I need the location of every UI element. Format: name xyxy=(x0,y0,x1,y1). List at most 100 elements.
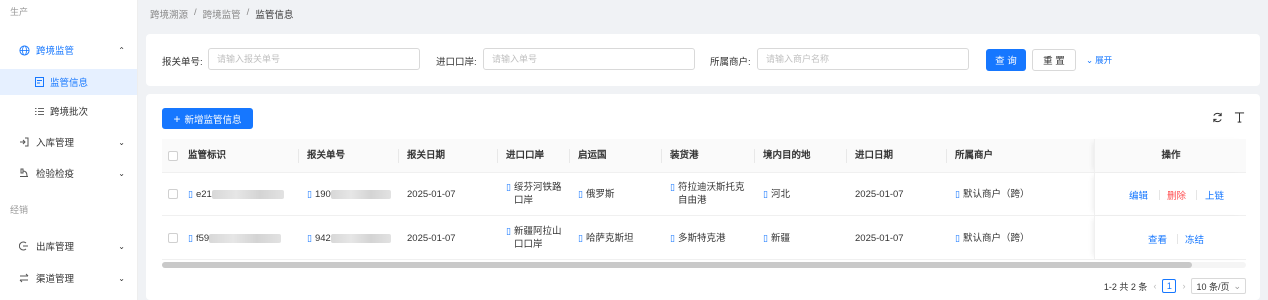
column-height-icon[interactable] xyxy=(1232,110,1246,124)
cell-origin: ▯ 哈萨克斯坦 xyxy=(578,232,633,245)
delete-link[interactable]: 删除 xyxy=(1167,188,1186,202)
col-header: 所属商户 xyxy=(955,150,994,161)
cell-destination-text: 河北 xyxy=(770,189,790,200)
pagination: 1-2 共 2 条 ‹ 1 › 10 条/页 ⌄ xyxy=(1104,278,1246,294)
add-regulation-button[interactable]: + 新增监管信息 xyxy=(162,108,253,129)
list-icon xyxy=(34,107,44,116)
col-divider xyxy=(569,149,570,163)
col-header: 进口日期 xyxy=(855,150,894,161)
cell-origin: ▯ 俄罗斯 xyxy=(578,188,614,201)
col-divider xyxy=(497,149,498,163)
cell-loading-line1: 符拉迪沃斯托克 xyxy=(677,182,745,193)
cell-loading-line2: 自由港 xyxy=(677,195,707,206)
table-row: ▯ f59 ▯ 942 2025-01-07 ▯ 新疆阿拉山 口口岸 ▯ 哈萨克斯… xyxy=(162,216,1246,260)
cell-customs-date: 2025-01-07 xyxy=(407,189,456,200)
masked-text xyxy=(330,234,391,243)
cell-id: ▯ f59 xyxy=(188,232,282,245)
cell-origin-text: 哈萨克斯坦 xyxy=(585,233,634,244)
col-divider xyxy=(398,149,399,163)
chain-link[interactable]: 上链 xyxy=(1205,188,1224,202)
row-checkbox[interactable] xyxy=(168,189,178,199)
sidebar-item-label: 入库管理 xyxy=(36,138,75,149)
action-divider xyxy=(1196,190,1197,200)
file-icon: ▯ xyxy=(506,182,511,192)
view-link[interactable]: 查看 xyxy=(1148,232,1167,246)
breadcrumb-item[interactable]: 跨境监管 xyxy=(203,7,241,21)
file-icon: ▯ xyxy=(763,233,768,243)
sidebar-item-inbound[interactable]: 入库管理 ⌄ xyxy=(0,128,137,156)
cell-destination-text: 新疆 xyxy=(770,233,790,244)
sidebar-item-outbound[interactable]: 出库管理 ⌄ xyxy=(0,232,137,260)
col-header: 报关日期 xyxy=(407,150,446,161)
sidebar-item-label: 出库管理 xyxy=(36,242,75,253)
freeze-link[interactable]: 冻结 xyxy=(1185,232,1204,246)
masked-text xyxy=(330,190,391,199)
sidebar-subitem-info[interactable]: 监管信息 xyxy=(0,69,137,95)
cell-id-text: f59 xyxy=(195,233,210,244)
prev-page-icon[interactable]: ‹ xyxy=(1153,281,1156,291)
edit-link[interactable]: 编辑 xyxy=(1129,188,1148,202)
cell-import-date: 2025-01-07 xyxy=(855,233,904,244)
merchant-input[interactable] xyxy=(757,48,969,70)
cell-id-text: e21 xyxy=(195,189,212,200)
sidebar-subitem-label: 监管信息 xyxy=(50,78,89,89)
chevron-down-icon: ⌄ xyxy=(118,241,125,251)
pagination-summary: 1-2 共 2 条 xyxy=(1103,281,1148,292)
page-size-select[interactable]: 10 条/页 ⌄ xyxy=(1191,278,1246,294)
merchant-label: 所属商户: xyxy=(710,57,751,68)
horizontal-scrollbar[interactable] xyxy=(162,262,1246,268)
actions-header-cell: 操作 xyxy=(1094,139,1246,173)
select-all-checkbox[interactable] xyxy=(168,151,178,161)
masked-text xyxy=(211,190,284,199)
sidebar-item-inspection[interactable]: 检验检疫 ⌄ xyxy=(0,159,137,187)
masked-text xyxy=(209,234,282,243)
sidebar-subitem-batch[interactable]: 跨境批次 xyxy=(0,98,137,124)
expand-link[interactable]: ⌄ 展开 xyxy=(1086,54,1112,66)
page-number[interactable]: 1 xyxy=(1162,279,1177,293)
cell-destination: ▯ 新疆 xyxy=(763,232,790,245)
sidebar-subitem-label: 跨境批次 xyxy=(50,107,89,118)
page-size-label: 10 条/页 xyxy=(1196,281,1230,292)
cell-merchant-text: 默认商户（跨） xyxy=(962,189,1030,200)
sidebar: 生产 跨境监管 ⌃ 监管信息 跨境批次 入库管理 ⌄ 检验检疫 ⌄ 经销 出库管… xyxy=(0,0,138,300)
port-label: 进口口岸: xyxy=(436,57,477,68)
file-icon: ▯ xyxy=(506,226,511,236)
cell-port: ▯ 绥芬河铁路 口岸 xyxy=(506,181,561,207)
globe-icon xyxy=(18,44,30,56)
cell-customs-no: ▯ 190 xyxy=(307,188,391,201)
port-input[interactable] xyxy=(483,48,695,70)
cell-port: ▯ 新疆阿拉山 口口岸 xyxy=(506,225,561,251)
col-divider xyxy=(846,149,847,163)
query-button[interactable]: 查 询 xyxy=(986,49,1026,71)
cell-id: ▯ e21 xyxy=(188,188,284,201)
table-panel: + 新增监管信息 监管标识 报关单号 报关日期 进口口岸 启运国 装货港 境内目… xyxy=(146,94,1260,300)
cell-customs-date: 2025-01-07 xyxy=(407,233,456,244)
scrollbar-thumb[interactable] xyxy=(162,262,1192,268)
col-header: 境内目的地 xyxy=(763,150,811,161)
login-icon xyxy=(18,136,30,148)
cell-import-date: 2025-01-07 xyxy=(855,189,904,200)
logout-icon xyxy=(18,240,30,252)
actions-cell: 编辑 删除 上链 xyxy=(1094,173,1246,215)
col-header: 进口口岸 xyxy=(506,150,545,161)
refresh-icon[interactable] xyxy=(1210,110,1224,124)
doc-icon xyxy=(34,77,44,87)
cell-merchant: ▯ 默认商户（跨） xyxy=(955,232,1029,245)
cell-port-line2: 口岸 xyxy=(513,195,533,206)
sidebar-item-channel[interactable]: 渠道管理 ⌄ xyxy=(0,264,137,292)
customs-no-input[interactable] xyxy=(208,48,420,70)
file-icon: ▯ xyxy=(955,233,960,243)
cell-loading-port: ▯ 多斯特克港 xyxy=(670,232,725,245)
col-divider xyxy=(946,149,947,163)
cell-merchant: ▯ 默认商户（跨） xyxy=(955,188,1029,201)
next-page-icon[interactable]: › xyxy=(1182,281,1185,291)
reset-button[interactable]: 重 置 xyxy=(1032,49,1076,71)
sidebar-item-label: 跨境监管 xyxy=(36,46,75,57)
col-divider xyxy=(754,149,755,163)
sidebar-item-cross-border[interactable]: 跨境监管 ⌃ xyxy=(0,36,137,64)
chevron-down-icon: ⌄ xyxy=(118,168,125,178)
row-checkbox[interactable] xyxy=(168,233,178,243)
breadcrumb-item[interactable]: 跨境溯源 xyxy=(150,7,188,21)
swap-icon xyxy=(18,272,30,284)
cell-customs-no-text: 190 xyxy=(314,189,331,200)
